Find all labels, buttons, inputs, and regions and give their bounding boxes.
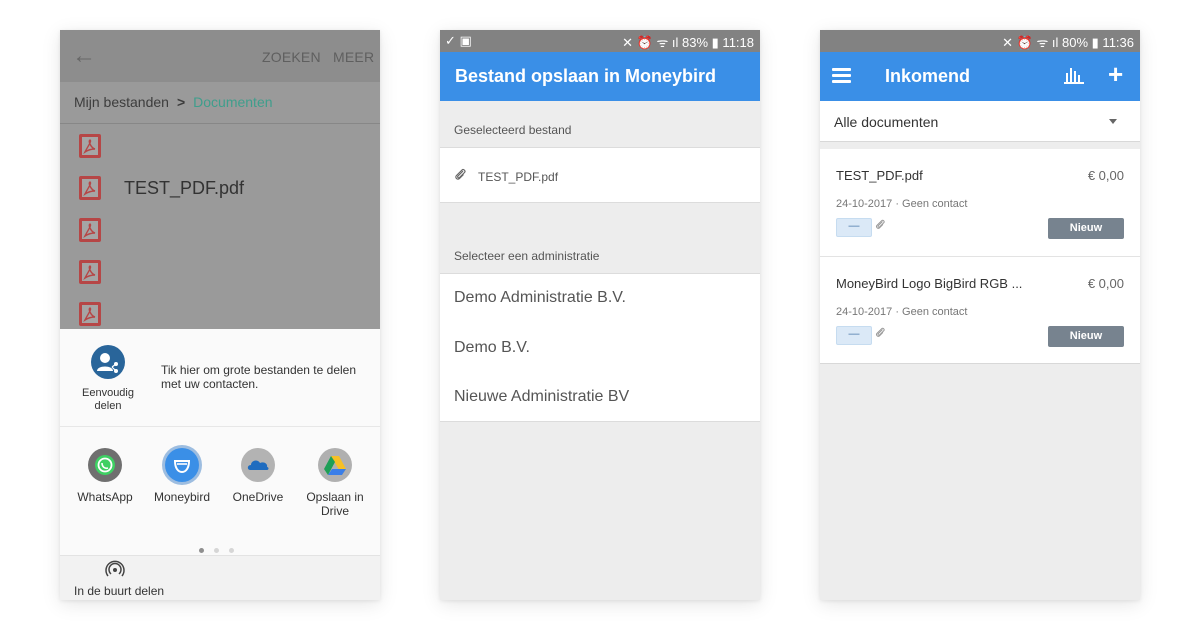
chevron-down-icon bbox=[1109, 119, 1117, 124]
pdf-icon[interactable] bbox=[79, 302, 101, 326]
easy-share-hint[interactable]: Tik hier om grote bestanden te delen met… bbox=[161, 363, 361, 391]
document-name: TEST_PDF.pdf bbox=[836, 168, 923, 183]
phone-save-to-moneybird: ✓ ▣ ✕ ⏰ ᯤ ıl 83% ▮ 11:18 Bestand opslaan… bbox=[440, 30, 760, 600]
google-drive-icon bbox=[318, 448, 352, 482]
easy-share-label[interactable]: Eenvoudig delen bbox=[74, 387, 142, 413]
search-button[interactable]: ZOEKEN bbox=[262, 49, 321, 65]
page-title: Bestand opslaan in Moneybird bbox=[455, 66, 717, 86]
breadcrumb: Mijn bestanden > Documenten bbox=[74, 94, 273, 110]
document-filter-select[interactable]: Alle documenten bbox=[820, 101, 1140, 142]
paperclip-icon bbox=[454, 167, 466, 184]
status-badge[interactable]: Nieuw bbox=[1048, 218, 1124, 239]
status-left-icons: ✓ ▣ bbox=[445, 33, 472, 48]
app-label: Moneybird bbox=[153, 490, 211, 504]
pdf-icon[interactable] bbox=[79, 134, 101, 158]
share-app-google-drive[interactable]: Opslaan in Drive bbox=[300, 448, 370, 518]
plus-icon[interactable]: + bbox=[1108, 61, 1123, 87]
phone-file-manager-share: ← ZOEKEN MEER Mijn bestanden > Documenten … bbox=[60, 30, 380, 600]
page-dot[interactable] bbox=[229, 548, 234, 553]
status-bar: ✓ ▣ ✕ ⏰ ᯤ ıl 83% ▮ 11:18 bbox=[440, 30, 760, 52]
breadcrumb-separator: > bbox=[176, 94, 186, 110]
app-label: OneDrive bbox=[232, 490, 284, 504]
breadcrumb-root[interactable]: Mijn bestanden bbox=[74, 94, 169, 110]
divider bbox=[60, 123, 380, 124]
share-app-whatsapp[interactable]: WhatsApp bbox=[70, 448, 140, 504]
document-meta: 24-10-2017 · Geen contact bbox=[836, 306, 968, 318]
divider bbox=[60, 426, 380, 427]
share-app-onedrive[interactable]: OneDrive bbox=[223, 448, 293, 504]
document-name: MoneyBird Logo BigBird RGB ... bbox=[836, 276, 1023, 291]
administration-item[interactable]: Demo B.V. bbox=[454, 339, 530, 357]
status-badge[interactable]: Nieuw bbox=[1048, 326, 1124, 347]
nearby-share-label: In de buurt delen bbox=[74, 584, 165, 598]
app-label: WhatsApp bbox=[77, 490, 133, 504]
pdf-icon[interactable] bbox=[79, 260, 101, 284]
app-label: Opslaan in Drive bbox=[306, 490, 364, 518]
document-meta: 24-10-2017 · Geen contact bbox=[836, 198, 968, 210]
paperclip-icon bbox=[875, 326, 885, 341]
app-bar: Inkomend + bbox=[820, 52, 1140, 101]
section-label: Geselecteerd bestand bbox=[454, 123, 572, 137]
document-amount: € 0,00 bbox=[1087, 168, 1124, 183]
document-list: TEST_PDF.pdf € 0,00 24-10-2017 · Geen co… bbox=[820, 149, 1140, 364]
share-app-moneybird[interactable]: Moneybird bbox=[147, 448, 217, 504]
more-button[interactable]: MEER bbox=[333, 49, 374, 65]
phone-inbox: ✕ ⏰ ᯤ ıl 80% ▮ 11:36 Inkomend + Alle doc… bbox=[820, 30, 1140, 600]
breadcrumb-current: Documenten bbox=[193, 94, 273, 110]
document-tag[interactable]: — bbox=[836, 218, 872, 237]
onedrive-icon bbox=[241, 448, 275, 482]
section-label: Selecteer een administratie bbox=[454, 249, 600, 263]
file-browser-toolbar: ← ZOEKEN MEER bbox=[60, 30, 380, 82]
pdf-icon[interactable] bbox=[79, 218, 101, 242]
selected-file-card: TEST_PDF.pdf bbox=[440, 147, 760, 203]
page-dot-active[interactable] bbox=[199, 548, 204, 553]
document-amount: € 0,00 bbox=[1087, 276, 1124, 291]
arrow-left-icon[interactable]: ← bbox=[72, 42, 96, 70]
document-row[interactable]: TEST_PDF.pdf € 0,00 24-10-2017 · Geen co… bbox=[820, 149, 1140, 255]
file-browser-dimmed: ← ZOEKEN MEER Mijn bestanden > Documenten … bbox=[60, 30, 380, 329]
easy-share-icon[interactable] bbox=[91, 345, 125, 379]
administration-list: Demo Administratie B.V. Demo B.V. Nieuwe… bbox=[440, 273, 760, 422]
page-dot[interactable] bbox=[214, 548, 219, 553]
share-sheet: Eenvoudig delen Tik hier om grote bestan… bbox=[60, 329, 380, 555]
nearby-share-button[interactable]: In de buurt delen bbox=[60, 555, 380, 600]
app-bar: Bestand opslaan in Moneybird bbox=[440, 52, 760, 101]
document-row[interactable]: MoneyBird Logo BigBird RGB ... € 0,00 24… bbox=[820, 256, 1140, 363]
whatsapp-icon bbox=[88, 448, 122, 482]
administration-item[interactable]: Nieuwe Administratie BV bbox=[454, 388, 629, 406]
bar-chart-icon[interactable] bbox=[1063, 65, 1085, 90]
nearby-share-icon bbox=[105, 560, 125, 585]
filter-value: Alle documenten bbox=[834, 114, 939, 130]
moneybird-icon bbox=[165, 448, 199, 482]
status-bar: ✕ ⏰ ᯤ ıl 80% ▮ 11:36 bbox=[820, 30, 1140, 52]
selected-file-name: TEST_PDF.pdf bbox=[478, 170, 559, 184]
file-name[interactable]: TEST_PDF.pdf bbox=[124, 178, 244, 199]
pdf-icon[interactable] bbox=[79, 176, 101, 200]
page-title: Inkomend bbox=[885, 66, 971, 86]
document-tag[interactable]: — bbox=[836, 326, 872, 345]
administration-item[interactable]: Demo Administratie B.V. bbox=[454, 289, 626, 307]
status-right-info: ✕ ⏰ ᯤ ıl 80% ▮ 11:36 bbox=[1002, 35, 1134, 50]
status-right-info: ✕ ⏰ ᯤ ıl 83% ▮ 11:18 bbox=[622, 35, 754, 50]
menu-icon[interactable] bbox=[832, 68, 851, 84]
selected-file[interactable]: TEST_PDF.pdf bbox=[454, 167, 558, 184]
paperclip-icon bbox=[875, 218, 885, 233]
